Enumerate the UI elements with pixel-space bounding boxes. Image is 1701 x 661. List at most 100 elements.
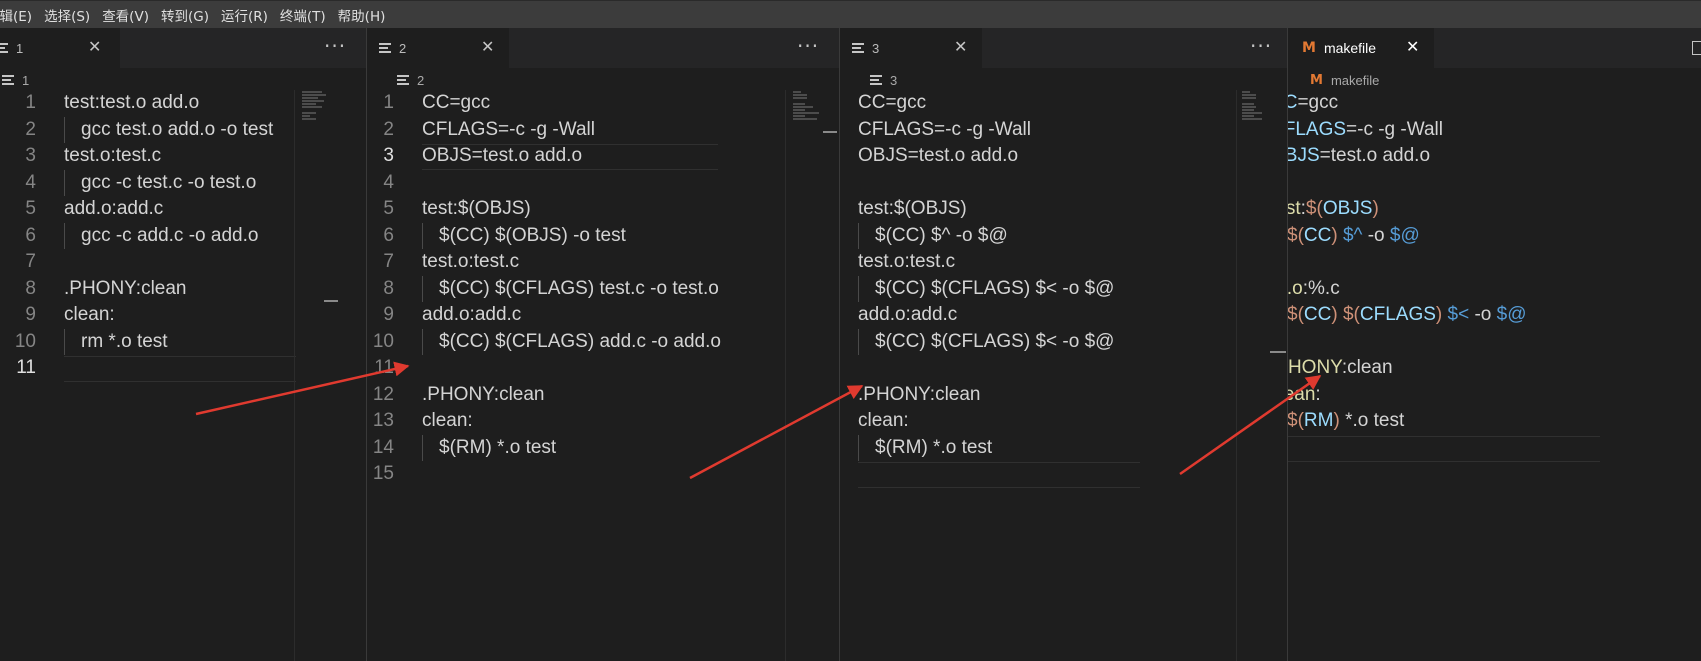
line-number: 15 xyxy=(372,463,394,484)
indent-guide xyxy=(858,275,859,302)
code-text: $(CC) $^ -o $@ xyxy=(875,224,1008,246)
code-text: $(CC) $(OBJS) -o test xyxy=(439,224,626,246)
split-editor-icon[interactable] xyxy=(1692,41,1701,55)
minimap[interactable] xyxy=(793,90,823,130)
code-text: $(CC) $(CFLAGS) $< -o $@ xyxy=(1288,304,1527,325)
tab-bar: 2 ✕ ··· xyxy=(367,28,839,68)
tab-label: 1 xyxy=(16,40,24,56)
line-number: 8 xyxy=(25,277,36,299)
line-number: 2 xyxy=(25,118,36,140)
scrollbar-track[interactable] xyxy=(294,90,295,661)
editor-pane-2: 2 ✕ ··· 2 1 CC=gcc 2 CFLAGS=-c -g -Wall 3 OBJ… xyxy=(367,28,839,661)
breadcrumb-label: 2 xyxy=(417,72,425,88)
menu-go[interactable]: 转到(G) xyxy=(161,5,209,25)
close-icon[interactable]: ✕ xyxy=(954,37,967,56)
breadcrumb[interactable]: M makefile xyxy=(1310,68,1379,92)
line-number: 11 xyxy=(16,357,36,378)
code-text: test.o:test.c xyxy=(422,251,520,272)
code-text: add.o:add.c xyxy=(422,304,522,325)
code-text: add.o:add.c xyxy=(64,198,164,219)
menu-view[interactable]: 查看(V) xyxy=(102,5,149,25)
code-text: $(CC) $(CFLAGS) test.c -o test.o xyxy=(439,277,719,299)
scrollbar-thumb[interactable] xyxy=(324,300,338,302)
line-number: 6 xyxy=(383,224,394,246)
breadcrumb[interactable]: 3 xyxy=(870,68,897,92)
file-lines-icon xyxy=(397,75,409,85)
file-lines-icon xyxy=(870,75,882,85)
indent-guide xyxy=(64,116,65,143)
close-icon[interactable]: ✕ xyxy=(1406,37,1419,56)
line-number: 9 xyxy=(25,304,36,325)
file-lines-icon xyxy=(2,75,14,85)
tab-3[interactable]: 3 ✕ xyxy=(840,28,982,68)
code-text: $(CC) $(CFLAGS) $< -o $@ xyxy=(875,330,1115,352)
code-text: rm *.o test xyxy=(81,330,168,352)
menu-edit[interactable]: 编辑(E) xyxy=(0,5,32,25)
code-text: $(CC) $(CFLAGS) $< -o $@ xyxy=(875,277,1115,299)
scrollbar-track[interactable] xyxy=(1236,90,1237,661)
more-actions-icon[interactable]: ··· xyxy=(1250,34,1272,58)
code-text: $(RM) *.o test xyxy=(875,436,993,458)
line-number: 3 xyxy=(25,145,36,166)
indent-guide xyxy=(422,222,423,249)
menu-bar: 编辑(E) 选择(S) 查看(V) 转到(G) 运行(R) 终端(T) 帮助(H… xyxy=(0,0,1701,28)
file-lines-icon xyxy=(852,43,864,53)
code-text: clean: xyxy=(1288,383,1321,405)
code-text: gcc test.o add.o -o test xyxy=(81,118,274,140)
code-text: OBJS=test.o add.o xyxy=(422,145,583,166)
line-number: 5 xyxy=(25,198,36,219)
more-actions-icon[interactable]: ··· xyxy=(324,34,346,58)
code-text: test:$(OBJS) xyxy=(858,198,967,219)
code-text: $(CC) $^ -o $@ xyxy=(1288,224,1420,246)
makefile-icon: M xyxy=(1310,72,1323,88)
indent-guide xyxy=(858,328,859,355)
code-text: $(CC) $(CFLAGS) add.c -o add.o xyxy=(439,330,721,352)
menu-run[interactable]: 运行(R) xyxy=(221,5,268,25)
breadcrumb-label: makefile xyxy=(1330,72,1380,88)
code-text: gcc -c test.c -o test.o xyxy=(81,171,257,193)
code-text: $(RM) *.o test xyxy=(1288,410,1405,431)
indent-guide xyxy=(64,222,65,249)
code-text: test:$(OBJS) xyxy=(1288,198,1379,219)
code-text: %.o:%.c xyxy=(1288,277,1340,299)
code-text: clean: xyxy=(64,304,115,325)
breadcrumb[interactable]: 2 xyxy=(397,68,424,92)
line-number: 13 xyxy=(372,410,394,431)
tab-makefile[interactable]: M makefile ✕ xyxy=(1288,28,1434,68)
scrollbar-thumb[interactable] xyxy=(1270,351,1286,353)
close-icon[interactable]: ✕ xyxy=(481,37,494,56)
breadcrumb-label: 1 xyxy=(22,72,30,88)
tab-2[interactable]: 2 ✕ xyxy=(367,28,509,68)
makefile-icon: M xyxy=(1302,40,1316,56)
menu-help[interactable]: 帮助(H) xyxy=(338,5,386,25)
indent-guide xyxy=(422,434,423,461)
menu-terminal[interactable]: 终端(T) xyxy=(280,5,326,25)
line-number: 7 xyxy=(383,251,394,272)
code-text: CFLAGS=-c -g -Wall xyxy=(1288,118,1443,140)
editor-pane-1: 1 ✕ ··· 1 1 test:test.o add.o 2 gcc test.o … xyxy=(0,28,366,661)
scrollbar-track[interactable] xyxy=(785,90,786,661)
more-actions-icon[interactable]: ··· xyxy=(797,34,819,58)
file-lines-icon xyxy=(0,43,8,53)
breadcrumb[interactable]: 1 xyxy=(2,68,29,92)
tab-bar: 3 ✕ ··· xyxy=(840,28,1287,68)
scrollbar-thumb[interactable] xyxy=(823,131,837,133)
editor-pane-makefile: M makefile ✕ M makefile 1CC=gcc2CFLAGS=-… xyxy=(1288,28,1701,661)
line-number: 4 xyxy=(383,171,394,193)
minimap[interactable] xyxy=(302,90,332,130)
code-text: test:$(OBJS) xyxy=(422,198,531,219)
line-number: 1 xyxy=(25,92,36,113)
tab-bar: 1 ✕ ··· xyxy=(0,28,366,68)
code-text: add.o:add.c xyxy=(858,304,958,325)
tab-label: 2 xyxy=(399,40,407,56)
code-text: test.o:test.c xyxy=(64,145,162,166)
line-number: 1 xyxy=(383,92,394,113)
menu-selection[interactable]: 选择(S) xyxy=(44,5,90,25)
tab-1[interactable]: 1 ✕ xyxy=(0,28,120,68)
code-text: CC=gcc xyxy=(1288,92,1339,113)
code-text: CC=gcc xyxy=(422,92,491,113)
current-line-highlight xyxy=(1288,435,1600,462)
minimap[interactable] xyxy=(1242,90,1272,130)
close-icon[interactable]: ✕ xyxy=(88,37,101,56)
code-text: .PHONY:clean xyxy=(422,383,545,405)
